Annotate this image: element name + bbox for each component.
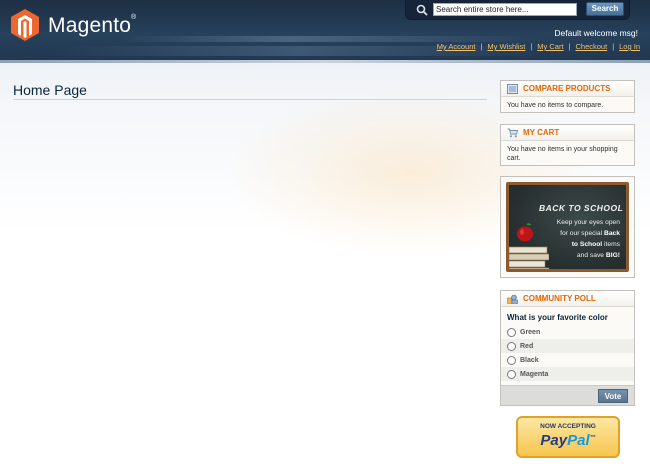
poll-option-label: Green (520, 328, 541, 336)
link-separator: | (568, 42, 571, 51)
compare-icon (507, 83, 518, 94)
compare-products-title: COMPARE PRODUCTS (523, 84, 611, 93)
books-image (509, 246, 549, 269)
paypal-badge[interactable]: NOW ACCEPTING PayPal™ (516, 416, 620, 458)
top-links: My Account | My Wishlist | My Cart | Che… (437, 42, 640, 51)
vote-button[interactable]: Vote (598, 389, 628, 403)
search-bar: Search (405, 0, 630, 20)
poll-option-black[interactable]: Black (501, 353, 634, 367)
welcome-message: Default welcome msg! (554, 28, 638, 38)
header: Magento ® Search Default welcome msg! My… (0, 0, 650, 63)
radio-button[interactable] (507, 369, 516, 379)
my-cart-header: MY CART (501, 125, 634, 141)
apple-image (517, 222, 533, 242)
back-to-school-banner[interactable]: BACK TO SCHOOL Keep your eyes open for o… (500, 176, 635, 278)
my-cart-text: You have no items in your shopping cart. (507, 146, 618, 162)
search-icon (416, 4, 428, 16)
poll-option-label: Magenta (520, 370, 549, 378)
radio-button[interactable] (507, 341, 516, 351)
community-poll-header: COMMUNITY POLL (501, 291, 634, 307)
community-poll-title: COMMUNITY POLL (523, 294, 596, 303)
cart-icon (507, 128, 518, 137)
my-cart-block: MY CART You have no items in your shoppi… (500, 124, 635, 166)
compare-products-text: You have no items to compare. (507, 102, 604, 109)
promo-line-1: Keep your eyes open (556, 219, 620, 226)
search-button[interactable]: Search (586, 2, 624, 16)
link-my-wishlist[interactable]: My Wishlist (487, 42, 525, 51)
radio-button[interactable] (507, 327, 516, 337)
link-checkout[interactable]: Checkout (576, 42, 608, 51)
paypal-logo: PayPal™ (540, 432, 596, 449)
link-log-in[interactable]: Log In (619, 42, 640, 51)
poll-footer: Vote (501, 385, 634, 405)
compare-products-block: COMPARE PRODUCTS You have no items to co… (500, 80, 635, 113)
poll-icon (507, 294, 518, 304)
page-title: Home Page (13, 82, 87, 98)
promo-line-2: for our special Back (560, 230, 620, 237)
my-cart-title: MY CART (523, 128, 560, 137)
link-my-account[interactable]: My Account (437, 42, 476, 51)
logo[interactable]: Magento ® (10, 8, 140, 42)
community-poll-block: COMMUNITY POLL What is your favorite col… (500, 290, 635, 406)
poll-option-green[interactable]: Green (501, 325, 634, 339)
poll-question: What is your favorite color (507, 313, 608, 322)
paypal-accepting-text: NOW ACCEPTING (540, 423, 596, 430)
title-divider (13, 99, 487, 100)
logo-text: Magento (48, 14, 132, 37)
search-input[interactable] (433, 3, 577, 16)
poll-option-magenta[interactable]: Magenta (501, 367, 634, 381)
link-my-cart[interactable]: My Cart (537, 42, 563, 51)
link-separator: | (480, 42, 483, 51)
poll-option-label: Red (520, 342, 534, 350)
chalkboard: BACK TO SCHOOL Keep your eyes open for o… (509, 185, 626, 269)
link-separator: | (612, 42, 615, 51)
magento-logo-icon (11, 9, 39, 41)
radio-button[interactable] (507, 355, 516, 365)
promo-title: BACK TO SCHOOL (539, 203, 624, 213)
compare-products-header: COMPARE PRODUCTS (501, 81, 634, 97)
logo-registered-mark: ® (131, 14, 137, 21)
poll-option-label: Black (520, 356, 539, 364)
chalkboard-frame: BACK TO SCHOOL Keep your eyes open for o… (506, 182, 629, 272)
link-separator: | (530, 42, 533, 51)
poll-option-red[interactable]: Red (501, 339, 634, 353)
